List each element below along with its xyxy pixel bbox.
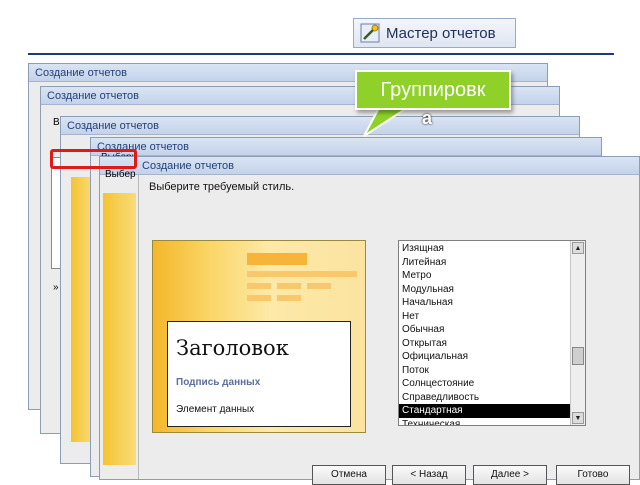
window-4-title: Создание отчетов [91,138,601,156]
window-5-title-text: Создание отчетов [142,160,234,172]
finish-button[interactable]: Готово [556,465,630,485]
highlight-box [50,149,137,169]
style-option[interactable]: Поток [399,364,570,378]
divider-line [28,53,614,55]
scroll-thumb[interactable] [572,347,584,365]
cancel-button[interactable]: Отмена [312,465,386,485]
style-option[interactable]: Справедливость [399,391,570,405]
preview-title: Заголовок [176,336,289,360]
preview-card: Заголовок Подпись данных Элемент данных [167,321,351,427]
style-option[interactable]: Обычная [399,323,570,337]
style-option[interactable]: Официальная [399,350,570,364]
window-5-side-label: Выбер [105,169,136,180]
preview-top-stripe [221,241,365,321]
window-5-title: Создание отчетов [100,157,639,175]
report-wizard-label: Мастер отчетов [386,24,496,42]
grouping-callout: Группировк [355,70,511,110]
style-list-scrollbar[interactable]: ▲ ▼ [570,241,585,425]
style-option[interactable]: Изящная [399,242,570,256]
grouping-callout-tail: а [422,108,433,128]
preview-element: Элемент данных [176,404,255,415]
window-2-label: В [53,117,60,128]
report-wizard-button[interactable]: Мастер отчетов [353,18,516,48]
window-2-side-button[interactable]: » [53,282,59,293]
style-option[interactable]: Начальная [399,296,570,310]
window-5-side-strip [103,193,136,465]
style-option[interactable]: Модульная [399,283,570,297]
style-option[interactable]: Нет [399,310,570,324]
scroll-up-icon[interactable]: ▲ [572,242,584,254]
back-button[interactable]: < Назад [392,465,466,485]
window-3-title: Создание отчетов [61,117,579,135]
style-option-selected[interactable]: Стандартная [399,404,570,418]
wizard-wand-icon [360,23,380,43]
style-option[interactable]: Открытая [399,337,570,351]
style-list[interactable]: Изящная Литейная Метро Модульная Начальн… [398,240,586,426]
style-prompt: Выберите требуемый стиль. [149,181,295,193]
next-button[interactable]: Далее > [473,465,547,485]
scroll-down-icon[interactable]: ▼ [572,412,584,424]
style-option[interactable]: Метро [399,269,570,283]
style-option[interactable]: Солнцестояние [399,377,570,391]
preview-subtitle: Подпись данных [176,377,261,388]
style-option[interactable]: Техническая [399,418,570,426]
style-preview: Заголовок Подпись данных Элемент данных [152,240,366,433]
style-option[interactable]: Литейная [399,256,570,270]
style-list-items: Изящная Литейная Метро Модульная Начальн… [399,242,570,426]
